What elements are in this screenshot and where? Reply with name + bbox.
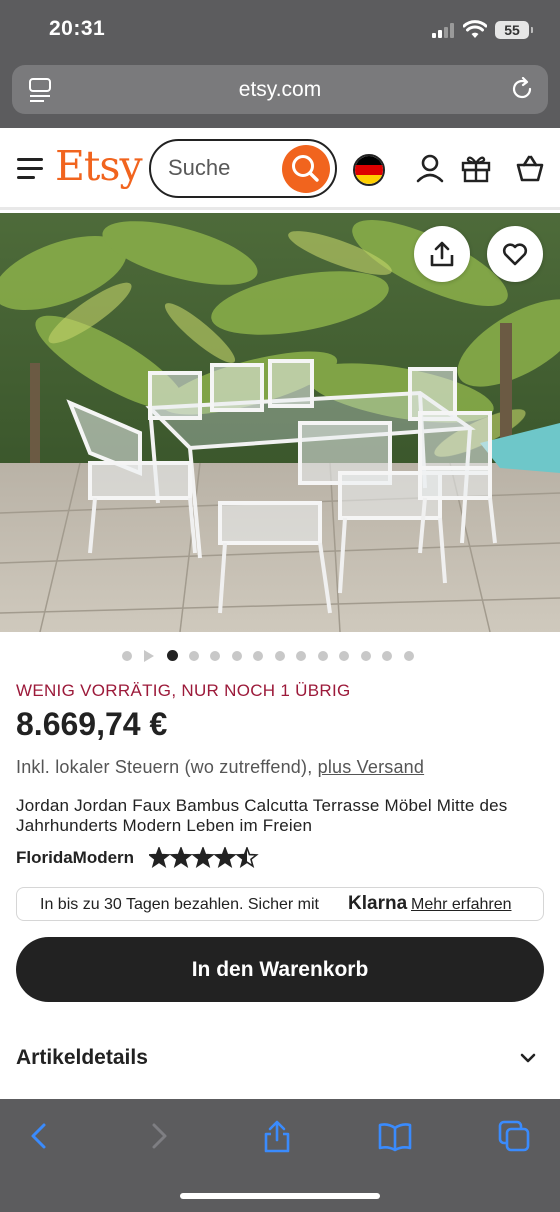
share-button[interactable] — [414, 226, 470, 282]
germany-flag-icon[interactable] — [353, 154, 385, 186]
carousel-dot[interactable] — [231, 651, 242, 661]
klarna-text: In bis zu 30 Tagen bezahlen. Sicher mit — [40, 896, 319, 913]
carousel-dot[interactable] — [188, 651, 199, 661]
forward-icon[interactable] — [142, 1119, 176, 1153]
wifi-icon — [463, 20, 487, 38]
carousel-dot[interactable] — [253, 651, 263, 661]
chevron-down-icon — [520, 1053, 536, 1063]
status-time: 20:31 — [49, 17, 106, 40]
menu-icon[interactable] — [17, 158, 43, 180]
url-bar[interactable]: etsy.com — [12, 65, 548, 114]
item-details-accordion[interactable]: Artikeldetails — [16, 1044, 544, 1074]
add-to-cart-button[interactable]: In den Warenkorb — [16, 937, 544, 1002]
product-title: Jordan Jordan Faux Bambus Calcutta Terra… — [16, 796, 508, 835]
carousel-dot[interactable] — [210, 651, 220, 661]
favorite-button[interactable] — [487, 226, 543, 282]
carousel-dot[interactable] — [122, 651, 132, 661]
star-full-icon — [191, 847, 215, 868]
item-details-label: Artikeldetails — [16, 1046, 148, 1069]
carousel-dot[interactable] — [274, 651, 285, 661]
browser-toolbar — [0, 1099, 560, 1212]
carousel-dot[interactable] — [382, 651, 392, 661]
search-button[interactable] — [282, 145, 330, 193]
video-play-icon[interactable] — [144, 650, 154, 662]
tax-note: Inkl. lokaler Steuern (wo zutreffend), p… — [16, 757, 424, 778]
reload-icon[interactable] — [510, 77, 534, 101]
carousel-dot[interactable] — [339, 651, 349, 661]
star-full-icon — [169, 847, 193, 868]
search-input[interactable] — [168, 155, 278, 181]
home-indicator[interactable] — [180, 1193, 380, 1199]
product-price: 8.669,74 € — [16, 706, 168, 742]
url-text[interactable]: etsy.com — [12, 78, 548, 102]
search-box[interactable] — [149, 139, 337, 198]
bookmarks-icon[interactable] — [378, 1119, 412, 1153]
carousel-dot[interactable] — [403, 651, 414, 661]
shop-name[interactable]: FloridaModern — [16, 848, 134, 868]
browser-top-chrome: 20:31 55 etsy.com — [0, 0, 560, 128]
carousel-dot[interactable] — [317, 651, 328, 661]
back-icon[interactable] — [22, 1119, 56, 1153]
tabs-icon[interactable] — [497, 1119, 531, 1153]
gift-icon[interactable] — [461, 153, 491, 183]
carousel-dot[interactable] — [360, 651, 371, 661]
share-sheet-icon[interactable] — [260, 1119, 294, 1153]
patio-furniture-image — [0, 213, 560, 632]
star-half-icon — [235, 847, 259, 868]
site-header: Etsy — [0, 128, 560, 210]
share-icon — [430, 241, 454, 267]
carousel-dot[interactable] — [296, 651, 306, 661]
stock-notice: WENIG VORRÄTIG, NUR NOCH 1 ÜBRIG — [16, 681, 351, 700]
shipping-link[interactable]: plus Versand — [318, 757, 424, 777]
rating-stars[interactable] — [149, 847, 259, 869]
heart-icon — [502, 243, 528, 266]
klarna-learn-more-link[interactable]: Mehr erfahren — [411, 896, 512, 914]
cart-icon[interactable] — [515, 153, 545, 183]
klarna-logo: Klarna — [348, 893, 408, 914]
carousel-dot-active[interactable] — [167, 650, 178, 661]
product-image[interactable] — [0, 213, 560, 632]
search-icon — [292, 155, 319, 182]
star-full-icon — [213, 847, 237, 868]
etsy-logo[interactable]: Etsy — [55, 142, 143, 190]
account-icon[interactable] — [415, 153, 445, 183]
battery-indicator: 55 — [495, 21, 533, 39]
cellular-signal-icon — [432, 22, 458, 38]
star-full-icon — [149, 847, 171, 868]
klarna-banner: In bis zu 30 Tagen bezahlen. Sicher mit … — [16, 887, 544, 921]
tax-note-text: Inkl. lokaler Steuern (wo zutreffend), — [16, 757, 318, 777]
